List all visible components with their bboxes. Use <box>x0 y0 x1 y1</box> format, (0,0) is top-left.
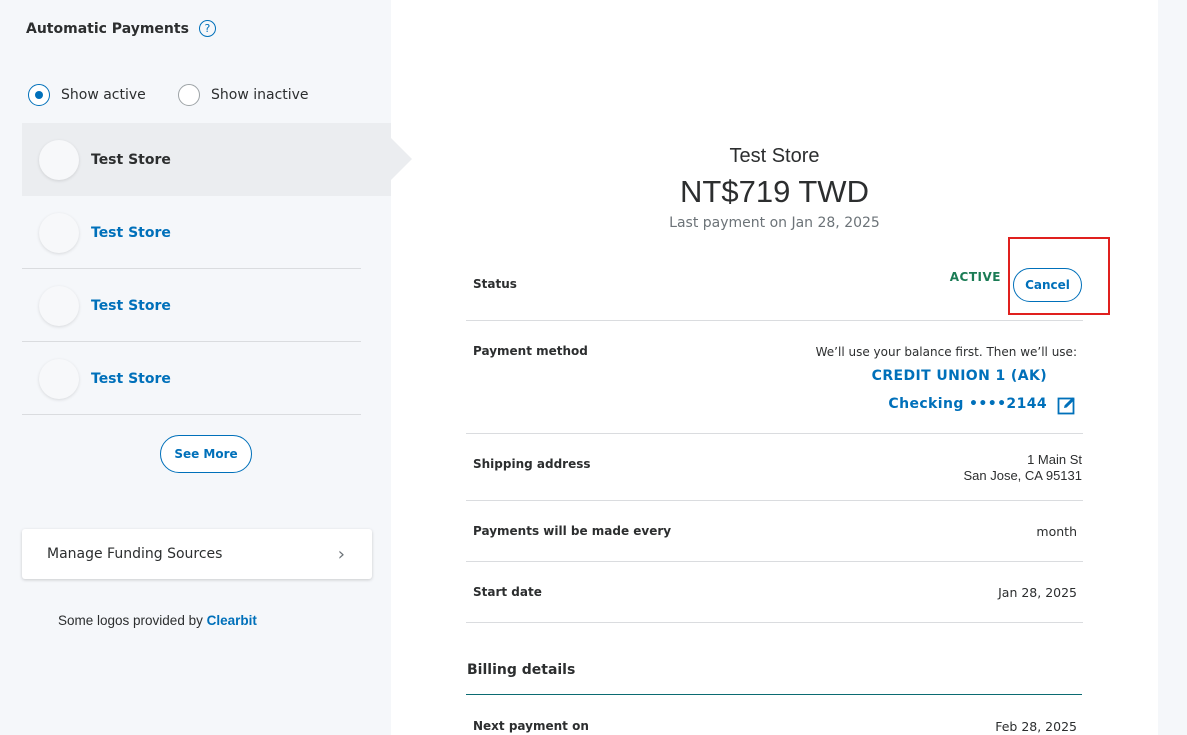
billing-divider <box>466 694 1082 695</box>
store-logo <box>39 285 79 326</box>
start-date-row: Start date Jan 28, 2025 <box>466 562 1083 623</box>
radio-show-inactive[interactable] <box>178 84 200 106</box>
store-logo <box>39 139 79 180</box>
store-item[interactable]: Test Store <box>22 196 391 269</box>
store-name: Test Store <box>91 224 171 241</box>
filter-show-inactive-label: Show inactive <box>211 87 309 103</box>
payment-method-note: We’ll use your balance first. Then we’ll… <box>815 345 1077 359</box>
status-badge: ACTIVE <box>949 270 1001 284</box>
shipping-address-row: Shipping address 1 Main St San Jose, CA … <box>466 434 1083 501</box>
bank-name: CREDIT UNION 1 (AK) <box>871 368 1047 384</box>
billing-details-title: Billing details <box>467 662 576 678</box>
start-date-label: Start date <box>473 585 542 599</box>
filter-show-active-label: Show active <box>61 87 146 103</box>
manage-funding-sources-label: Manage Funding Sources <box>47 546 223 562</box>
store-list: Test Store Test Store Test Store Test St… <box>22 123 412 415</box>
manage-funding-sources-link[interactable]: Manage Funding Sources › <box>22 529 372 579</box>
chevron-right-icon: › <box>337 543 345 565</box>
store-item[interactable]: Test Store <box>22 342 391 415</box>
next-payment-value: Feb 28, 2025 <box>995 719 1077 734</box>
store-name: Test Store <box>91 370 171 387</box>
logo-credits: Some logos provided by Clearbit <box>58 613 257 628</box>
start-date-value: Jan 28, 2025 <box>998 585 1077 600</box>
shipping-address-label: Shipping address <box>473 457 591 471</box>
status-label: Status <box>473 277 517 291</box>
payment-amount: NT$719 TWD <box>680 174 869 209</box>
next-payment-row: Next payment on Feb 28, 2025 <box>466 696 1083 735</box>
clearbit-link[interactable]: Clearbit <box>207 613 257 628</box>
frequency-label: Payments will be made every <box>473 524 672 538</box>
credits-text: Some logos provided by <box>58 613 207 628</box>
cancel-button[interactable]: Cancel <box>1013 268 1082 302</box>
next-payment-label: Next payment on <box>473 719 589 733</box>
detail-store-name: Test Store <box>729 145 820 167</box>
store-item[interactable]: Test Store <box>22 123 412 196</box>
shipping-address: 1 Main St San Jose, CA 95131 <box>963 452 1082 484</box>
last-payment-date: Last payment on Jan 28, 2025 <box>669 215 880 231</box>
sidebar: Automatic Payments ? Show active Show in… <box>0 0 412 735</box>
payment-method-row: Payment method We’ll use your balance fi… <box>466 321 1083 434</box>
frequency-value: month <box>1036 524 1077 539</box>
store-name: Test Store <box>91 297 171 314</box>
see-more-button[interactable]: See More <box>160 435 252 473</box>
address-line1: 1 Main St <box>1027 452 1082 467</box>
store-name: Test Store <box>91 151 171 168</box>
edit-icon[interactable] <box>1057 395 1077 415</box>
sidebar-title-text: Automatic Payments <box>26 20 189 37</box>
status-row: Status ACTIVE Cancel <box>466 254 1083 321</box>
store-logo <box>39 358 79 399</box>
store-item[interactable]: Test Store <box>22 269 391 342</box>
filter-show-active[interactable]: Show active <box>28 84 146 106</box>
store-logo <box>39 212 79 253</box>
filter-show-inactive[interactable]: Show inactive <box>178 84 309 106</box>
help-icon[interactable]: ? <box>198 20 216 37</box>
frequency-row: Payments will be made every month <box>466 501 1083 562</box>
radio-show-active[interactable] <box>28 84 50 106</box>
address-line2: San Jose, CA 95131 <box>963 468 1082 483</box>
payment-method-label: Payment method <box>473 344 588 358</box>
right-gutter <box>1158 0 1187 735</box>
account-link[interactable]: Checking ••••2144 <box>888 396 1047 412</box>
sidebar-title: Automatic Payments ? <box>26 20 216 37</box>
